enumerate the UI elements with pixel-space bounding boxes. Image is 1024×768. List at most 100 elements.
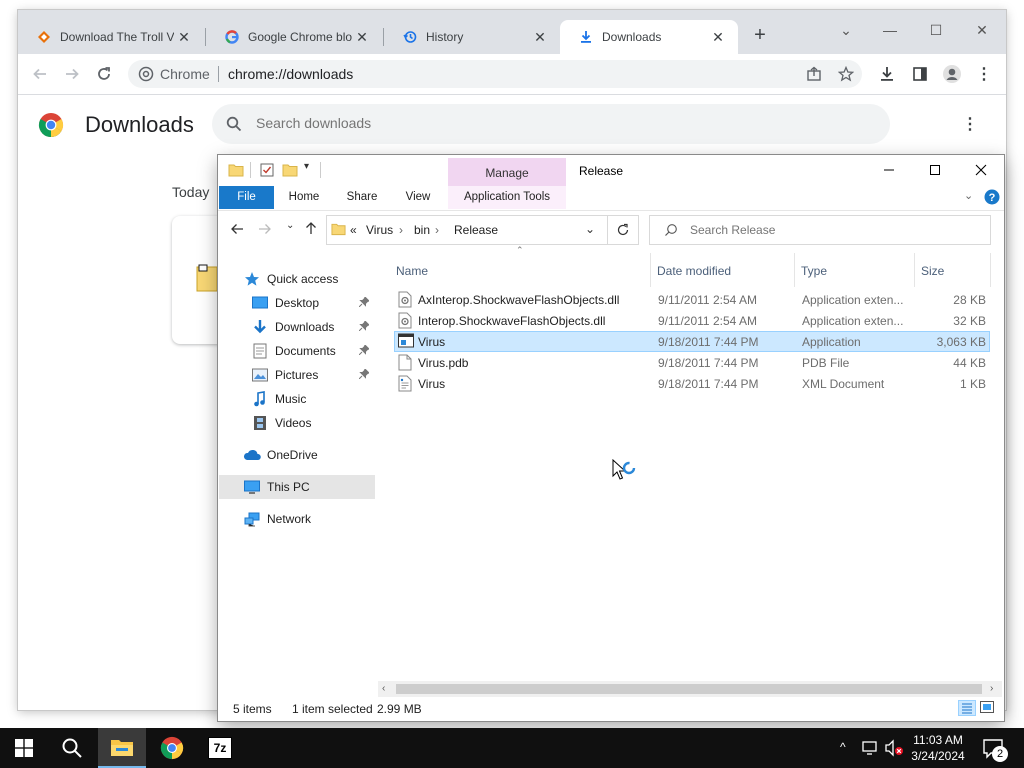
- expand-ribbon-chevron-icon[interactable]: ⌄: [964, 189, 973, 202]
- up-arrow-icon[interactable]: [304, 221, 318, 235]
- tab-history[interactable]: History ✕: [384, 20, 560, 54]
- forward-arrow-icon[interactable]: [258, 222, 272, 236]
- downloads-search[interactable]: [212, 104, 890, 144]
- column-header-name[interactable]: Name: [396, 259, 428, 283]
- ribbon-tab-share[interactable]: Share: [336, 186, 388, 209]
- star-icon: [243, 271, 261, 287]
- nav-network[interactable]: Network: [219, 507, 375, 531]
- taskbar-7zip[interactable]: 7z: [196, 728, 244, 768]
- column-header-size[interactable]: Size: [921, 259, 944, 283]
- nav-downloads[interactable]: Downloads: [219, 315, 375, 339]
- close-button[interactable]: ✕: [962, 16, 1002, 44]
- new-folder-icon[interactable]: [282, 163, 298, 177]
- column-separator[interactable]: [990, 253, 991, 287]
- ribbon-tabs: File Home Share View Application Tools ⌄…: [218, 186, 1004, 211]
- nav-music[interactable]: Music: [219, 387, 375, 411]
- column-header-date[interactable]: Date modified: [657, 259, 731, 283]
- close-button[interactable]: [958, 155, 1004, 185]
- ribbon-tab-view[interactable]: View: [393, 186, 443, 209]
- file-row[interactable]: Interop.ShockwaveFlashObjects.dll 9/11/2…: [394, 310, 990, 331]
- navigation-pane: Quick access Desktop Downloads Documents…: [218, 253, 378, 683]
- column-header-type[interactable]: Type: [801, 259, 827, 283]
- file-size: 44 KB: [953, 356, 986, 370]
- contextual-tab-manage[interactable]: Manage: [448, 158, 566, 186]
- profile-avatar[interactable]: [940, 62, 964, 86]
- tab-close-icon[interactable]: ✕: [174, 29, 194, 46]
- breadcrumb[interactable]: « Virus › bin › Release ⌄: [326, 215, 608, 245]
- tab-title: History: [426, 30, 464, 44]
- nav-label: Desktop: [275, 296, 320, 310]
- tab-close-icon[interactable]: ✕: [708, 29, 728, 46]
- nav-videos[interactable]: Videos: [219, 411, 375, 435]
- file-row[interactable]: AxInterop.ShockwaveFlashObjects.dll 9/11…: [394, 289, 990, 310]
- minimize-button[interactable]: [866, 155, 912, 185]
- search-box[interactable]: [649, 215, 991, 245]
- breadcrumb-chevron-icon[interactable]: ›: [435, 223, 439, 237]
- minimize-button[interactable]: —: [870, 16, 910, 44]
- network-status-icon[interactable]: [862, 740, 880, 756]
- breadcrumb-overflow[interactable]: «: [350, 223, 357, 237]
- downloads-button[interactable]: [875, 62, 899, 86]
- breadcrumb-bin[interactable]: bin: [414, 223, 430, 237]
- scroll-left-icon[interactable]: ‹: [382, 683, 385, 694]
- tab-search-chevron-icon[interactable]: ⌄: [826, 16, 866, 44]
- chrome-menu-icon[interactable]: ⋮: [972, 62, 996, 86]
- nav-desktop[interactable]: Desktop: [219, 291, 375, 315]
- show-hidden-icons-chevron-icon[interactable]: ^: [840, 740, 846, 754]
- back-button[interactable]: [28, 62, 52, 86]
- ribbon-tab-home[interactable]: Home: [278, 186, 330, 209]
- tab-google-chrome-block[interactable]: Google Chrome bloc ✕: [206, 20, 382, 54]
- breadcrumb-release[interactable]: Release: [454, 223, 498, 237]
- breadcrumb-virus[interactable]: Virus: [366, 223, 393, 237]
- qat-dropdown-icon[interactable]: ▾: [304, 161, 309, 172]
- file-date: 9/18/2011 7:44 PM: [658, 356, 759, 370]
- recent-locations-chevron-icon[interactable]: ⌄: [286, 220, 294, 231]
- scrollbar-thumb[interactable]: [396, 684, 982, 694]
- horizontal-scrollbar[interactable]: ‹ ›: [378, 681, 1002, 697]
- ribbon-tab-file[interactable]: File: [219, 186, 274, 209]
- large-icons-view-icon[interactable]: [980, 701, 994, 713]
- bookmark-star-icon[interactable]: [838, 66, 854, 82]
- maximize-button[interactable]: [912, 155, 958, 185]
- properties-icon[interactable]: [260, 163, 274, 177]
- breadcrumb-chevron-icon[interactable]: ›: [399, 223, 403, 237]
- new-tab-button[interactable]: +: [748, 24, 772, 48]
- tab-close-icon[interactable]: ✕: [352, 29, 372, 46]
- taskbar-chrome[interactable]: [148, 728, 196, 768]
- start-button[interactable]: [0, 728, 48, 768]
- address-bar[interactable]: Chrome chrome://downloads: [128, 60, 862, 88]
- share-icon[interactable]: [806, 66, 822, 82]
- tab-close-icon[interactable]: ✕: [530, 29, 550, 46]
- column-separator[interactable]: [794, 253, 795, 287]
- taskbar-file-explorer[interactable]: [98, 728, 146, 768]
- back-arrow-icon[interactable]: [230, 222, 244, 236]
- tab-downloads[interactable]: Downloads ✕: [560, 20, 738, 54]
- nav-quick-access[interactable]: Quick access: [219, 267, 375, 291]
- nav-pictures[interactable]: Pictures: [219, 363, 375, 387]
- search-input[interactable]: [690, 223, 970, 237]
- tab-troll-download[interactable]: Download The Troll V ✕: [18, 20, 204, 54]
- downloads-more-icon[interactable]: ⋮: [962, 114, 978, 134]
- file-row[interactable]: Virus 9/18/2011 7:44 PM XML Document 1 K…: [394, 373, 990, 394]
- maximize-button[interactable]: ☐: [916, 16, 956, 44]
- file-row[interactable]: Virus.pdb 9/18/2011 7:44 PM PDB File 44 …: [394, 352, 990, 373]
- forward-button[interactable]: [60, 62, 84, 86]
- taskbar-search-button[interactable]: [48, 728, 96, 768]
- ribbon-tab-application-tools[interactable]: Application Tools: [448, 186, 566, 209]
- side-panel-button[interactable]: [908, 62, 932, 86]
- refresh-button[interactable]: [607, 215, 639, 245]
- help-icon[interactable]: ?: [984, 189, 1000, 205]
- nav-documents[interactable]: Documents: [219, 339, 375, 363]
- details-view-icon[interactable]: [958, 700, 976, 716]
- taskbar-clock[interactable]: 11:03 AM 3/24/2024: [896, 732, 980, 764]
- column-separator[interactable]: [650, 253, 651, 287]
- column-separator[interactable]: [914, 253, 915, 287]
- scroll-right-icon[interactable]: ›: [990, 683, 993, 694]
- file-row-selected[interactable]: Virus 9/18/2011 7:44 PM Application 3,06…: [394, 331, 990, 352]
- address-dropdown-chevron-icon[interactable]: ⌄: [585, 222, 595, 236]
- search-input[interactable]: [256, 115, 856, 131]
- nav-onedrive[interactable]: OneDrive: [219, 443, 375, 467]
- windows-logo-icon: [15, 739, 33, 757]
- reload-button[interactable]: [92, 62, 116, 86]
- nav-this-pc[interactable]: This PC: [219, 475, 375, 499]
